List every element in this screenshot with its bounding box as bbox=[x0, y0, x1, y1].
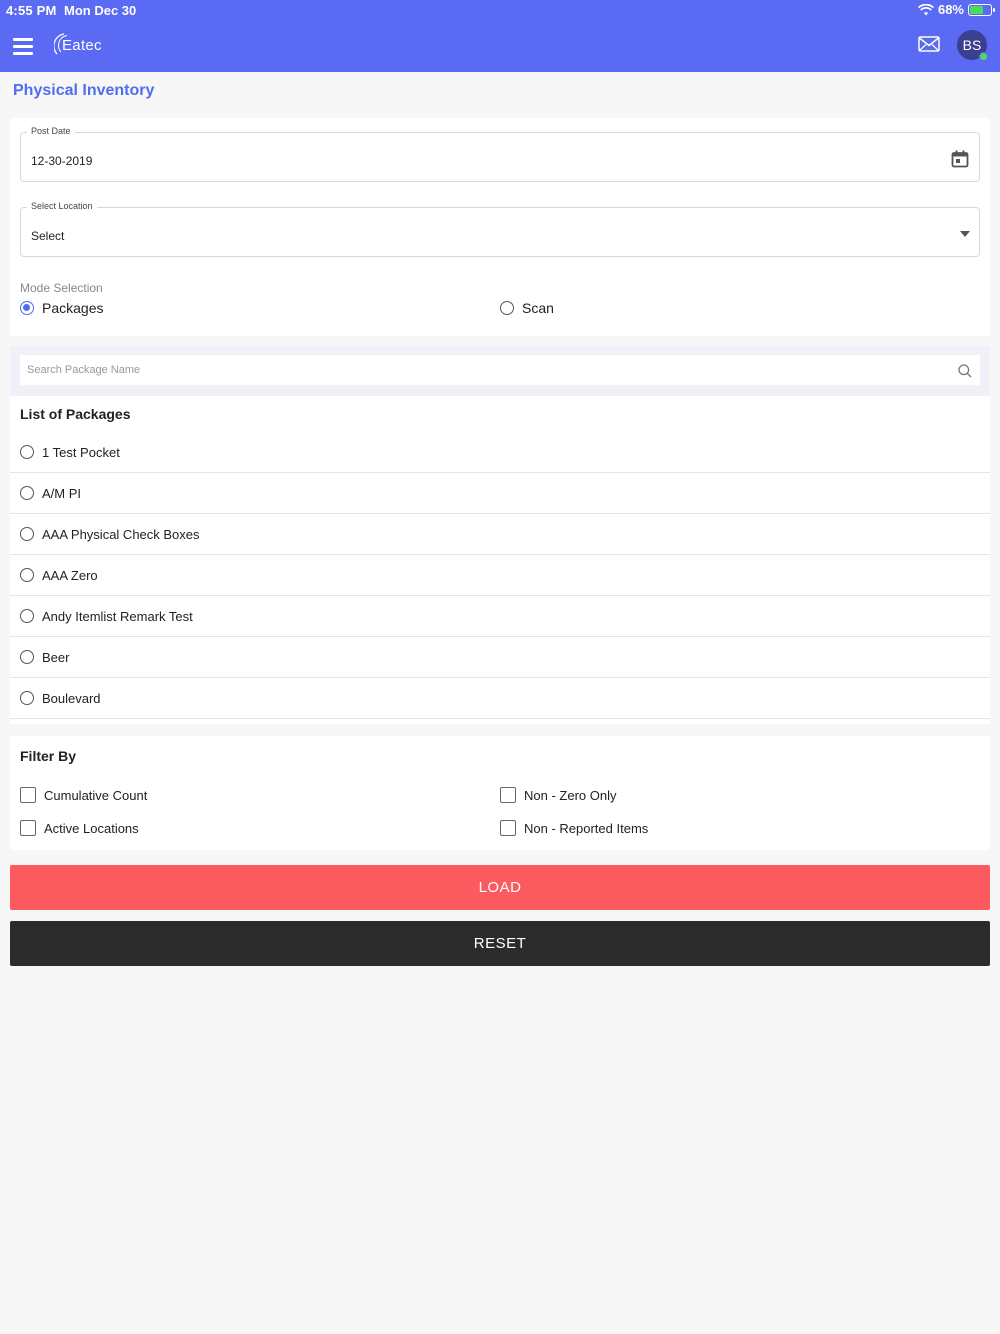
battery-icon bbox=[968, 3, 995, 16]
post-date-field[interactable]: Post Date 12-30-2019 bbox=[20, 126, 980, 182]
avatar-initials: BS bbox=[962, 37, 982, 53]
radio-unselected-icon bbox=[20, 609, 34, 623]
avatar[interactable]: BS bbox=[957, 30, 988, 61]
list-item[interactable]: Boulevard bbox=[10, 678, 990, 719]
wifi-icon bbox=[917, 3, 934, 15]
filter-label: Cumulative Count bbox=[44, 787, 148, 803]
online-status-dot bbox=[979, 52, 988, 61]
package-name: AAA Zero bbox=[42, 567, 98, 583]
menu-icon[interactable] bbox=[13, 38, 33, 55]
page-title: Physical Inventory bbox=[13, 82, 155, 99]
mode-option-label: Packages bbox=[42, 300, 104, 316]
list-item[interactable]: 1 Test Pocket bbox=[10, 432, 990, 473]
radio-unselected-icon bbox=[20, 445, 34, 459]
mode-option-packages[interactable]: Packages bbox=[20, 300, 103, 316]
package-name: A/M PI bbox=[42, 485, 82, 501]
radio-unselected-icon bbox=[20, 486, 34, 500]
eatec-logo: Eatec bbox=[54, 32, 114, 58]
filter-label: Non - Reported Items bbox=[524, 820, 649, 836]
radio-unselected-icon bbox=[500, 301, 514, 315]
list-item[interactable]: A/M PI bbox=[10, 473, 990, 514]
inventory-form-card: Post Date 12-30-2019 Select Location Sel… bbox=[10, 118, 990, 336]
radio-unselected-icon bbox=[20, 691, 34, 705]
mode-option-scan[interactable]: Scan bbox=[500, 300, 554, 316]
list-item[interactable]: AAA Zero bbox=[10, 555, 990, 596]
location-label: Select Location bbox=[27, 201, 97, 211]
search-icon[interactable] bbox=[958, 364, 972, 378]
reset-button[interactable]: RESET bbox=[10, 921, 990, 966]
status-indicators: 68% bbox=[917, 2, 995, 17]
package-name: Beer bbox=[42, 649, 70, 665]
list-item[interactable]: Andy Itemlist Remark Test bbox=[10, 596, 990, 637]
dropdown-caret-icon bbox=[960, 231, 970, 237]
filter-label: Non - Zero Only bbox=[524, 787, 617, 803]
location-select[interactable]: Select Location Select bbox=[20, 201, 980, 257]
filter-title: Filter By bbox=[20, 748, 77, 764]
packages-title: List of Packages bbox=[20, 406, 131, 422]
battery-percent: 68% bbox=[937, 2, 964, 17]
list-item[interactable]: AAA Physical Check Boxes bbox=[10, 514, 990, 555]
calendar-icon[interactable] bbox=[951, 150, 969, 168]
package-name: Andy Itemlist Remark Test bbox=[42, 608, 193, 624]
mail-icon[interactable] bbox=[918, 36, 940, 52]
filter-cumulative-count[interactable]: Cumulative Count bbox=[20, 787, 147, 803]
checkbox-icon bbox=[20, 787, 36, 803]
post-date-value: 12-30-2019 bbox=[31, 154, 93, 168]
filter-label: Active Locations bbox=[44, 820, 139, 836]
post-date-label: Post Date bbox=[27, 126, 75, 136]
radio-selected-icon bbox=[20, 301, 34, 315]
status-date: Mon Dec 30 bbox=[64, 3, 137, 18]
radio-unselected-icon bbox=[20, 568, 34, 582]
checkbox-icon bbox=[500, 820, 516, 836]
package-search-bar bbox=[10, 346, 990, 396]
list-item[interactable]: Beer bbox=[10, 637, 990, 678]
logo-text: Eatec bbox=[62, 37, 102, 54]
mode-selection-label: Mode Selection bbox=[20, 281, 103, 295]
location-value: Select bbox=[31, 229, 65, 243]
filter-card: Filter By Cumulative Count Non - Zero On… bbox=[10, 736, 990, 850]
mode-option-label: Scan bbox=[522, 300, 554, 316]
status-time: 4:55 PM bbox=[6, 3, 57, 18]
load-button[interactable]: LOAD bbox=[10, 865, 990, 910]
checkbox-icon bbox=[20, 820, 36, 836]
filter-active-locations[interactable]: Active Locations bbox=[20, 820, 139, 836]
filter-non-zero-only[interactable]: Non - Zero Only bbox=[500, 787, 616, 803]
search-input[interactable] bbox=[20, 355, 980, 385]
checkbox-icon bbox=[500, 787, 516, 803]
filter-non-reported-items[interactable]: Non - Reported Items bbox=[500, 820, 648, 836]
packages-list: 1 Test Pocket A/M PI AAA Physical Check … bbox=[10, 432, 990, 719]
app-header: 4:55 PM Mon Dec 30 68% Eatec BS bbox=[0, 0, 1000, 72]
package-name: AAA Physical Check Boxes bbox=[42, 526, 200, 542]
radio-unselected-icon bbox=[20, 527, 34, 541]
package-name: 1 Test Pocket bbox=[42, 444, 120, 460]
package-name: Boulevard bbox=[42, 690, 101, 706]
packages-card: List of Packages 1 Test Pocket A/M PI AA… bbox=[10, 396, 990, 724]
radio-unselected-icon bbox=[20, 650, 34, 664]
